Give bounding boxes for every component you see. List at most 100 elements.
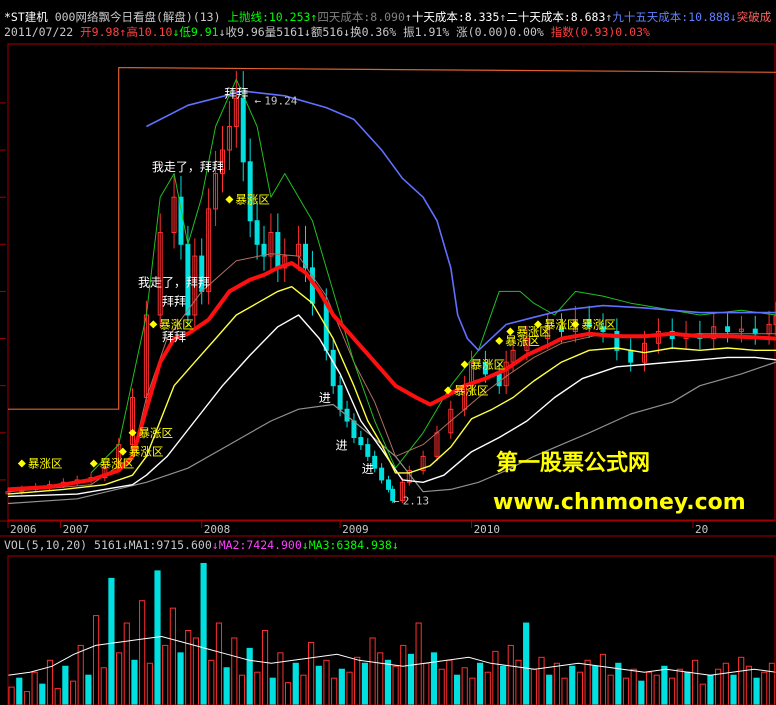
header-field: 收9.96 [226, 25, 265, 39]
x-tick-label: 2007 [63, 523, 90, 536]
header-field: 指数(0.93)0.03% [544, 25, 650, 39]
candle-body [358, 437, 364, 446]
candle-body [725, 326, 731, 332]
volume-bar [154, 570, 161, 705]
volume-bar [39, 683, 46, 705]
header-field: 量5161 [265, 25, 304, 39]
candle-body [379, 467, 385, 481]
header-field: ↓ [212, 538, 219, 552]
annotation-label: 拜拜 [162, 330, 186, 344]
x-tick-label: 2008 [204, 523, 231, 536]
chart-annotation: 拜拜 [224, 86, 248, 100]
chart-annotation: 拜拜 [162, 330, 186, 344]
volume-bar [223, 667, 230, 705]
header-field: 2011/07/22 [4, 25, 80, 39]
header-field: 高10.10 [126, 25, 172, 39]
volume-bar [546, 674, 553, 705]
chart-annotation: 进 [319, 391, 331, 405]
header-field: ↑ [499, 10, 506, 24]
header-field: ↑ [310, 10, 317, 24]
x-tick-label: 2010 [474, 523, 501, 536]
x-tick-label: 2006 [10, 523, 37, 536]
volume-bar [200, 562, 207, 705]
header-field: MA2:7424.900 [219, 538, 302, 552]
annotation-label: 我走了，拜拜 [152, 160, 224, 174]
header-field: ↑ [405, 10, 412, 24]
annotation-label: 进 [319, 391, 331, 405]
x-tick-label: 2009 [342, 523, 369, 536]
header-field: ↓ [122, 538, 129, 552]
candle-body [496, 373, 502, 387]
volume-bar [500, 665, 507, 705]
header-field: 上抛线:10.253 [221, 10, 311, 24]
volume-bar [108, 577, 115, 705]
x-tick-label: 20 [695, 523, 708, 536]
volume-bar [476, 662, 484, 705]
volume-bar [62, 665, 69, 705]
volume-bar [246, 647, 253, 705]
volume-bar [638, 680, 645, 705]
header-field: 开9.98 [80, 25, 119, 39]
signal-label: 暴涨区 [235, 193, 269, 207]
candle-body [240, 97, 246, 163]
candle-body [351, 420, 357, 439]
volume-bar [453, 674, 461, 705]
annotation-label: 19.24 [264, 95, 297, 108]
candle-body [752, 328, 758, 335]
volume-bar [269, 677, 276, 705]
candle-body [628, 349, 634, 363]
candle-body [275, 232, 281, 269]
volume-bar [292, 662, 299, 705]
volume-bar [131, 659, 138, 705]
header-field: MA1:9715.600 [129, 538, 212, 552]
candle-body [365, 444, 371, 457]
header-field: 突破成 [737, 10, 772, 24]
header-field: 000网络飘今日看盘(解盘)(13) [48, 10, 221, 24]
header-field: 九十五天成本:10.888 [612, 10, 730, 24]
chart-annotation: 我走了，拜拜 [152, 160, 224, 174]
chart-annotation: 拜拜 [162, 295, 186, 309]
volume-bar [407, 653, 415, 705]
header-field: VOL(5,10,20) [4, 538, 87, 552]
signal-label: 暴涨区 [28, 456, 63, 470]
header-field: ↓ [304, 25, 311, 39]
header-field: ↓ [302, 538, 309, 552]
volume-bar [684, 671, 691, 705]
volume-bar [430, 652, 438, 705]
header-field: 额516 [311, 25, 343, 39]
volume-header: VOL(5,10,20) 5161↓MA1:9715.600↓MA2:7424.… [4, 538, 399, 552]
signal-label: 暴涨区 [129, 445, 164, 459]
volume-bar [85, 674, 92, 705]
header-field: 振1.91% [396, 25, 449, 39]
stock-chart[interactable]: *ST建机 000网络飘今日看盘(解盘)(13) 上抛线:10.253↑四天成本… [0, 0, 776, 705]
header-field: ↓ [219, 25, 226, 39]
chart-annotation: ← 19.24 [254, 95, 297, 108]
header-field: 十天成本:8.335 [412, 10, 500, 24]
volume-header-line: VOL(5,10,20) 5161↓MA1:9715.600↓MA2:7424.… [4, 538, 399, 552]
volume-bar [338, 668, 345, 705]
volume-bar [707, 674, 714, 705]
candle-body [247, 161, 253, 222]
header-field: ↓ [730, 10, 737, 24]
chart-background [0, 0, 776, 705]
annotation-label: 我走了，拜拜 [138, 276, 210, 290]
watermark-url: www.chnmoney.com [493, 490, 746, 515]
annotation-label: 进 [362, 462, 374, 476]
header-field: 低9.91 [179, 25, 218, 39]
volume-bar [592, 665, 599, 705]
annotation-arrow: ← [393, 494, 400, 507]
header-field: ↓ [343, 25, 350, 39]
header-field: 涨(0.00)0.00% [449, 25, 544, 39]
header-field: ↑ [119, 25, 126, 39]
volume-bar [730, 674, 737, 705]
header-field: 5161 [87, 538, 122, 552]
signal-label: 暴涨区 [139, 426, 174, 440]
candle-body [337, 385, 343, 410]
annotation-label: 2.13 [403, 494, 430, 507]
volume-bar [315, 665, 322, 705]
annotation-label: 进 [335, 438, 347, 452]
price-header-line: 2011/07/22 开9.98↑高10.10↓低9.91↓收9.96量5161… [4, 25, 650, 39]
header-field: 二十天成本:8.683 [506, 10, 605, 24]
candle-body [261, 243, 267, 257]
header-field: 换0.36% [350, 25, 396, 39]
